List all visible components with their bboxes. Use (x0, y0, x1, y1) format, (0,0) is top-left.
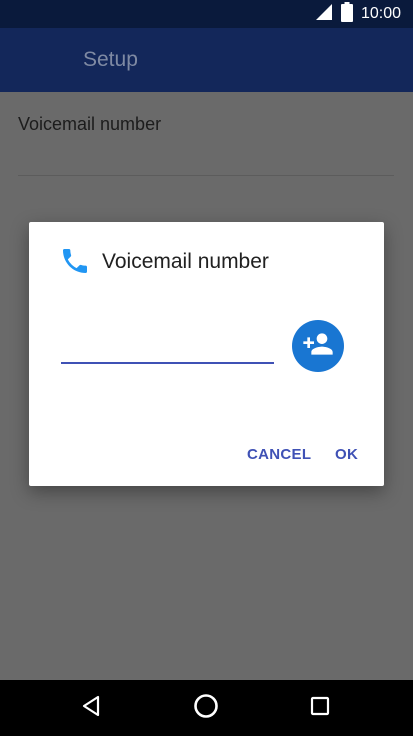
battery-icon (340, 1, 353, 27)
voicemail-number-dialog: Voicemail number CANCEL OK (29, 222, 384, 486)
status-time: 10:00 (360, 5, 401, 22)
voicemail-number-input[interactable] (61, 336, 274, 364)
recents-button[interactable] (306, 694, 334, 722)
phone-icon (59, 245, 91, 277)
home-icon (192, 692, 220, 725)
page-title: Setup (83, 48, 138, 71)
add-contact-icon (302, 328, 334, 365)
voicemail-number-preference[interactable]: Voicemail number (18, 114, 161, 135)
recents-icon (309, 695, 331, 722)
navigation-bar (0, 680, 413, 736)
back-button[interactable] (78, 694, 106, 722)
ok-button[interactable]: OK (335, 446, 358, 463)
app-bar: Setup (0, 28, 413, 92)
divider (18, 175, 394, 176)
signal-icon (315, 3, 333, 26)
home-button[interactable] (192, 692, 220, 725)
status-bar: 10:00 (0, 0, 413, 28)
dialog-title: Voicemail number (102, 250, 269, 273)
cancel-button[interactable]: CANCEL (247, 446, 311, 463)
status-icons: 10:00 (315, 1, 401, 27)
back-icon (80, 694, 104, 723)
add-contact-button[interactable] (292, 320, 344, 372)
